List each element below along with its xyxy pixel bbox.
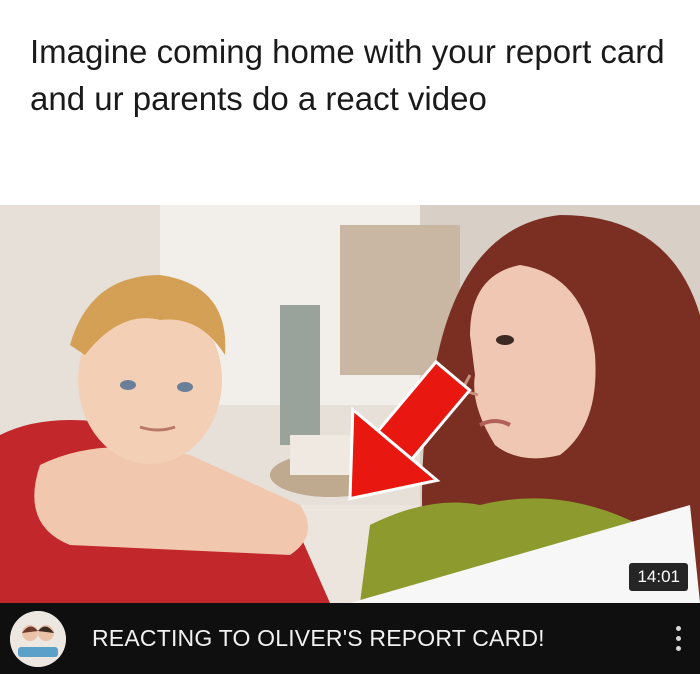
menu-dot	[675, 636, 681, 641]
thumbnail-image	[0, 205, 700, 603]
meme-caption: Imagine coming home with your report car…	[30, 33, 665, 117]
video-thumbnail[interactable]: 14:01	[0, 205, 700, 603]
channel-avatar-icon[interactable]	[10, 610, 66, 667]
duration-badge: 14:01	[629, 563, 688, 591]
video-title[interactable]: REACTING TO OLIVER'S REPORT CARD!	[92, 625, 668, 652]
menu-dot	[675, 646, 681, 651]
more-vert-icon[interactable]	[668, 626, 688, 651]
menu-dot	[675, 626, 681, 631]
video-info-bar: REACTING TO OLIVER'S REPORT CARD!	[0, 603, 700, 674]
